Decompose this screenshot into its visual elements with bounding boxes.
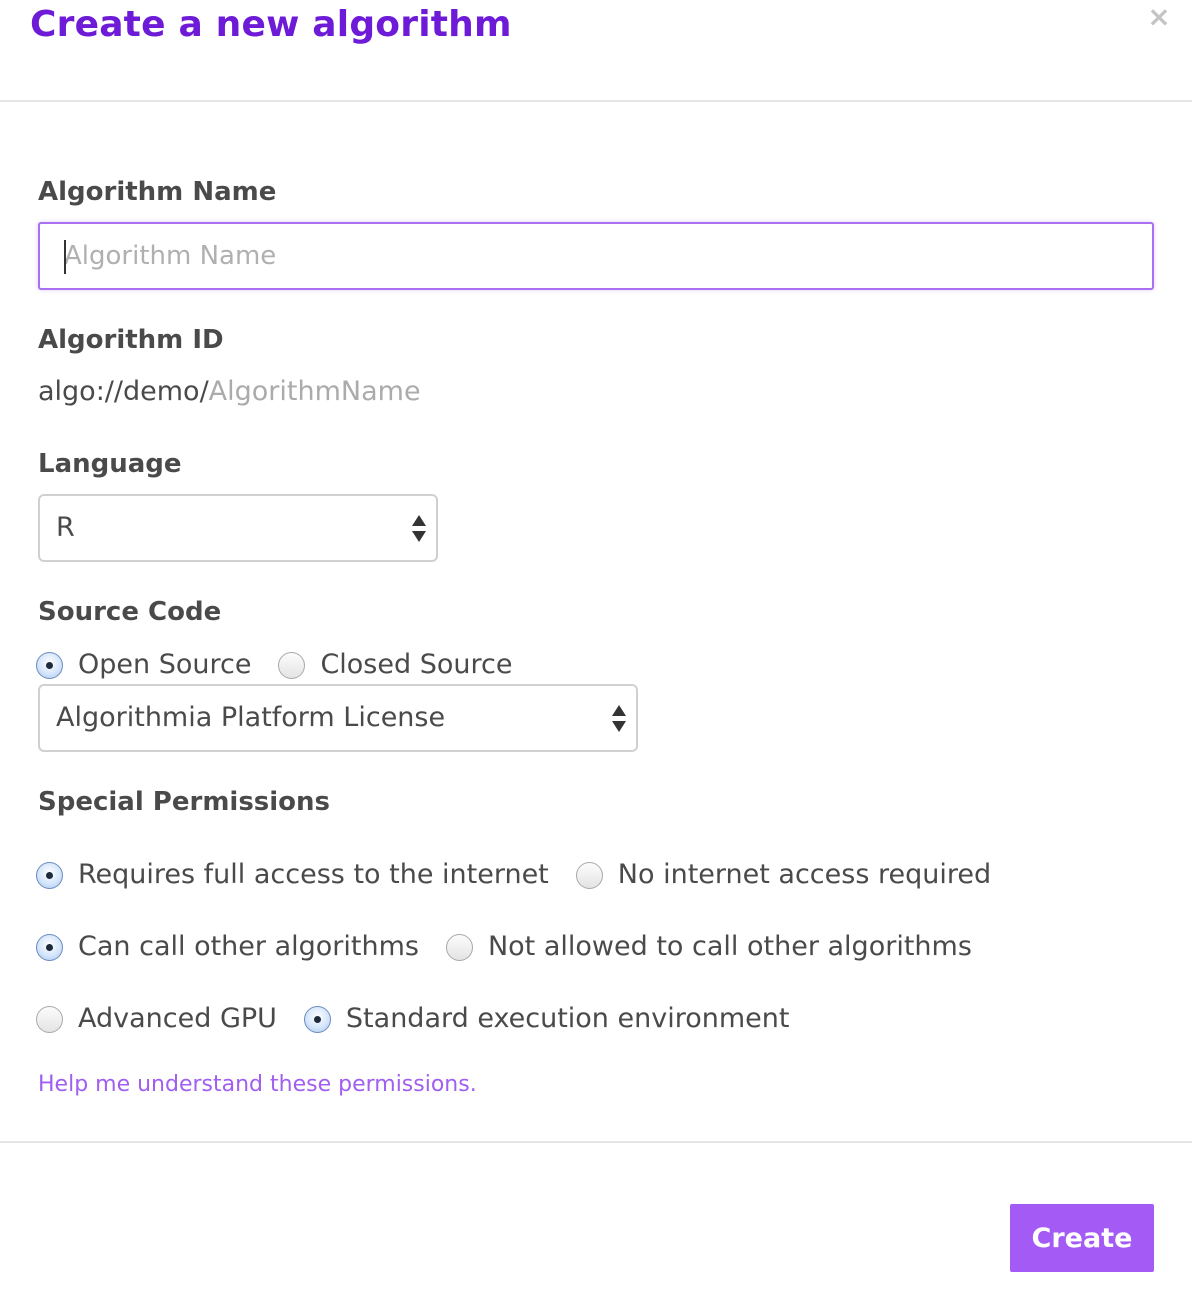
license-selected-value: Algorithmia Platform License: [56, 702, 446, 733]
radio-no-internet[interactable]: No internet access required: [575, 857, 992, 893]
execution-environment-radio-group: Advanced GPU Standard execution environm…: [36, 999, 789, 1039]
special-permissions-label: Special Permissions: [38, 787, 331, 817]
radio-unchecked-icon[interactable]: [278, 651, 306, 679]
radio-closed-source[interactable]: Closed Source: [278, 647, 512, 683]
language-selected-value: R: [56, 512, 75, 543]
close-icon[interactable]: ×: [1144, 2, 1174, 32]
radio-standard-env[interactable]: Standard execution environment: [303, 1001, 790, 1037]
radio-unchecked-icon[interactable]: [36, 1005, 63, 1033]
radio-label: Open Source: [78, 649, 252, 680]
radio-checked-icon[interactable]: [36, 861, 63, 889]
radio-label: Standard execution environment: [345, 1003, 790, 1034]
algorithm-id-suffix: AlgorithmName: [208, 376, 421, 407]
radio-label: Advanced GPU: [78, 1003, 277, 1034]
language-label: Language: [38, 449, 182, 479]
radio-advanced-gpu[interactable]: Advanced GPU: [36, 1001, 277, 1037]
radio-open-source[interactable]: Open Source: [36, 647, 251, 683]
dialog-header: Create a new algorithm ×: [0, 0, 1192, 102]
algorithm-name-label: Algorithm Name: [38, 177, 277, 207]
create-button[interactable]: Create: [1010, 1204, 1154, 1272]
radio-unchecked-icon[interactable]: [445, 933, 473, 961]
select-arrows-icon: [612, 705, 626, 733]
radio-label: Requires full access to the internet: [78, 859, 549, 890]
call-algorithms-radio-group: Can call other algorithms Not allowed to…: [36, 927, 972, 967]
radio-label: Not allowed to call other algorithms: [487, 931, 972, 962]
radio-label: Can call other algorithms: [78, 931, 419, 962]
radio-checked-icon[interactable]: [303, 1005, 331, 1033]
algorithm-id-prefix: algo://demo/: [38, 376, 209, 407]
algorithm-id-label: Algorithm ID: [38, 325, 224, 355]
language-select[interactable]: R: [38, 494, 438, 562]
algorithm-name-input[interactable]: [38, 222, 1154, 290]
source-code-radio-group: Open Source Closed Source: [36, 645, 512, 685]
radio-unchecked-icon[interactable]: [575, 861, 603, 889]
internet-permission-radio-group: Requires full access to the internet No …: [36, 855, 991, 895]
help-permissions-link[interactable]: Help me understand these permissions.: [38, 1068, 477, 1102]
radio-not-allowed-call[interactable]: Not allowed to call other algorithms: [445, 929, 972, 965]
radio-full-internet[interactable]: Requires full access to the internet: [36, 857, 549, 893]
radio-can-call[interactable]: Can call other algorithms: [36, 929, 419, 965]
radio-checked-icon[interactable]: [36, 651, 63, 679]
text-caret: [64, 240, 66, 274]
radio-checked-icon[interactable]: [36, 933, 63, 961]
radio-label: No internet access required: [617, 859, 992, 890]
algorithm-id-value: algo://demo/AlgorithmName: [38, 374, 421, 410]
dialog-title: Create a new algorithm: [30, 4, 512, 45]
source-code-label: Source Code: [38, 597, 222, 627]
license-select[interactable]: Algorithmia Platform License: [38, 684, 638, 752]
select-arrows-icon: [412, 515, 426, 543]
radio-label: Closed Source: [320, 649, 513, 680]
footer-divider: [0, 1141, 1192, 1143]
